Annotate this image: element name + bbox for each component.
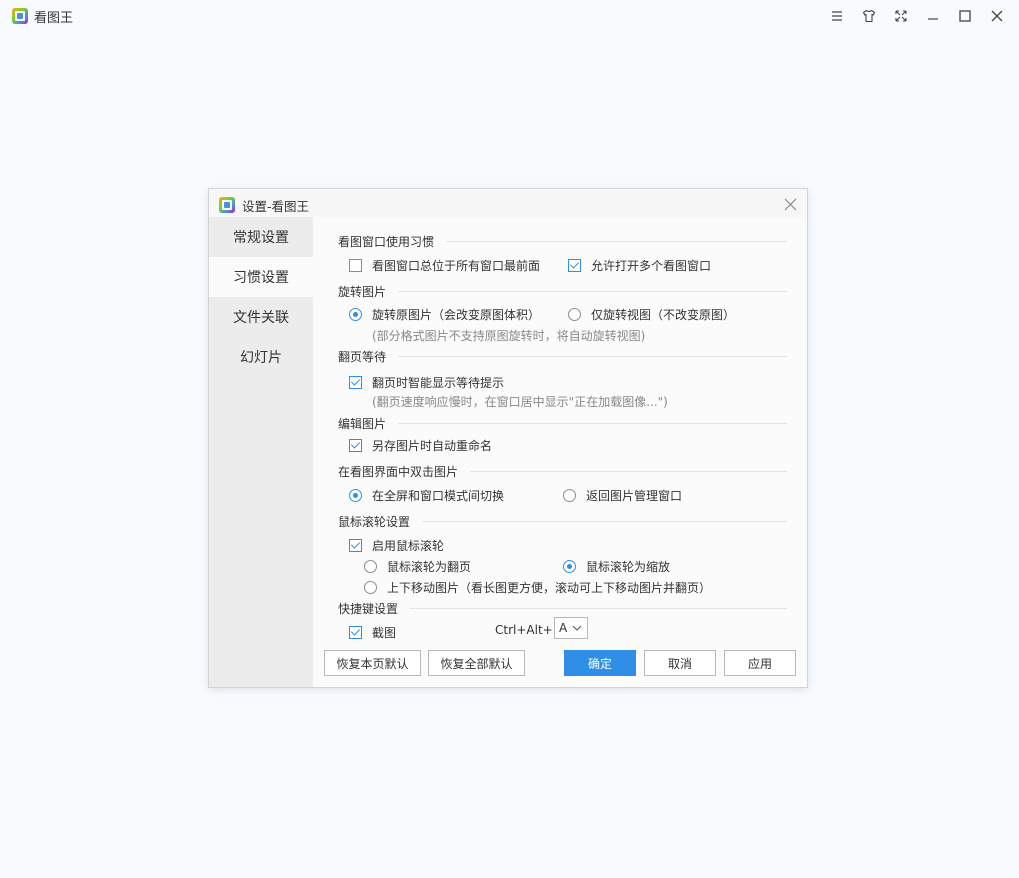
divider <box>446 240 787 242</box>
section-rotate: 旋转图片 <box>338 283 787 299</box>
section-title: 编辑图片 <box>338 416 387 431</box>
close-icon <box>991 10 1003 22</box>
dialog-title-bar: 设置-看图王 <box>219 195 309 215</box>
close-button[interactable] <box>981 0 1013 32</box>
settings-sidebar: 常规设置 习惯设置 文件关联 幻灯片 <box>209 217 313 687</box>
shortcut-combo-label: Ctrl+Alt+ <box>495 623 553 637</box>
app-title-bar: 看图王 <box>12 6 73 26</box>
rotate-view-radio[interactable] <box>568 308 581 321</box>
allow-multiple-option[interactable]: 允许打开多个看图窗口 <box>568 257 711 274</box>
option-label: 启用鼠标滚轮 <box>372 539 445 553</box>
dialog-title: 设置-看图王 <box>242 198 310 214</box>
fullscreen-button[interactable] <box>885 0 917 32</box>
auto-rename-checkbox[interactable] <box>349 439 362 452</box>
always-on-top-option[interactable]: 看图窗口总位于所有窗口最前面 <box>349 257 540 274</box>
dialog-logo-icon <box>219 197 235 213</box>
app-title: 看图王 <box>34 10 74 26</box>
wheel-move-radio[interactable] <box>364 581 377 594</box>
restore-page-default-button[interactable]: 恢复本页默认 <box>324 650 421 676</box>
option-label: 旋转原图片（会改变原图体积） <box>372 308 541 322</box>
window-controls <box>821 0 1013 32</box>
section-page-wait: 翻页等待 <box>338 348 787 364</box>
divider <box>422 520 787 522</box>
ok-button[interactable]: 确定 <box>564 650 636 676</box>
apply-button[interactable]: 应用 <box>724 650 796 676</box>
cancel-button[interactable]: 取消 <box>644 650 716 676</box>
smart-wait-option[interactable]: 翻页时智能显示等待提示 <box>349 374 504 391</box>
screenshot-shortcut-option[interactable]: 截图 <box>349 624 396 641</box>
divider <box>398 290 787 292</box>
screenshot-checkbox[interactable] <box>349 626 362 639</box>
auto-rename-option[interactable]: 另存图片时自动重命名 <box>349 437 492 454</box>
enable-wheel-option[interactable]: 启用鼠标滚轮 <box>349 537 444 554</box>
wheel-zoom-option[interactable]: 鼠标滚轮为缩放 <box>563 558 670 575</box>
sidebar-item-file-association[interactable]: 文件关联 <box>209 297 313 337</box>
option-label: 允许打开多个看图窗口 <box>591 259 712 273</box>
section-title: 旋转图片 <box>338 284 387 299</box>
restore-all-default-button[interactable]: 恢复全部默认 <box>428 650 525 676</box>
maximize-icon <box>959 10 971 22</box>
settings-content: 看图窗口使用习惯 看图窗口总位于所有窗口最前面 允许打开多个看图窗口 旋转图片 … <box>313 217 807 687</box>
chevron-down-icon <box>572 625 582 631</box>
option-label: 翻页时智能显示等待提示 <box>372 376 505 390</box>
settings-dialog: 设置-看图王 常规设置 习惯设置 文件关联 幻灯片 看图窗口使用习惯 看图窗口总… <box>208 188 808 688</box>
section-window-habit: 看图窗口使用习惯 <box>338 233 787 249</box>
sidebar-item-slideshow[interactable]: 幻灯片 <box>209 337 313 377</box>
return-manager-option[interactable]: 返回图片管理窗口 <box>563 487 682 504</box>
divider <box>410 607 787 609</box>
always-on-top-checkbox[interactable] <box>349 259 362 272</box>
section-title: 翻页等待 <box>338 349 387 364</box>
dialog-close-button[interactable] <box>781 195 799 213</box>
option-label: 仅旋转视图（不改变原图） <box>591 308 736 322</box>
enable-wheel-checkbox[interactable] <box>349 539 362 552</box>
divider <box>398 355 787 357</box>
shortcut-key-select[interactable]: A <box>554 617 588 639</box>
section-title: 看图窗口使用习惯 <box>338 234 435 249</box>
return-manager-radio[interactable] <box>563 489 576 502</box>
wheel-page-radio[interactable] <box>364 560 377 573</box>
section-shortcut: 快捷键设置 <box>338 600 787 616</box>
expand-icon <box>895 10 907 22</box>
allow-multiple-checkbox[interactable] <box>568 259 581 272</box>
section-title: 鼠标滚轮设置 <box>338 514 411 529</box>
divider <box>398 422 787 424</box>
section-edit: 编辑图片 <box>338 415 787 431</box>
rotate-hint: (部分格式图片不支持原图旋转时，将自动旋转视图) <box>372 329 646 343</box>
tshirt-icon <box>862 9 876 23</box>
section-title: 在看图界面中双击图片 <box>338 464 459 479</box>
option-label: 鼠标滚轮为缩放 <box>586 560 671 574</box>
smart-wait-checkbox[interactable] <box>349 376 362 389</box>
skin-button[interactable] <box>853 0 885 32</box>
option-label: 另存图片时自动重命名 <box>372 439 493 453</box>
rotate-original-option[interactable]: 旋转原图片（会改变原图体积） <box>349 306 540 323</box>
option-label: 截图 <box>372 626 397 640</box>
page-wait-hint: (翻页速度响应慢时，在窗口居中显示"正在加载图像...") <box>372 395 668 409</box>
toggle-fullscreen-radio[interactable] <box>349 489 362 502</box>
maximize-button[interactable] <box>949 0 981 32</box>
section-double-click: 在看图界面中双击图片 <box>338 463 787 479</box>
menu-icon <box>832 11 842 21</box>
sidebar-item-general[interactable]: 常规设置 <box>209 217 313 257</box>
minimize-icon <box>928 18 938 20</box>
section-wheel: 鼠标滚轮设置 <box>338 513 787 529</box>
shortcut-key-value: A <box>559 621 568 635</box>
option-label: 上下移动图片（看长图更方便，滚动可上下移动图片并翻页） <box>387 581 712 595</box>
wheel-page-option[interactable]: 鼠标滚轮为翻页 <box>364 558 471 575</box>
app-logo-icon <box>12 8 28 24</box>
option-label: 鼠标滚轮为翻页 <box>387 560 472 574</box>
toggle-fullscreen-option[interactable]: 在全屏和窗口模式间切换 <box>349 487 504 504</box>
divider <box>470 470 787 472</box>
option-label: 在全屏和窗口模式间切换 <box>372 489 505 503</box>
sidebar-item-habits[interactable]: 习惯设置 <box>209 257 313 297</box>
option-label: 看图窗口总位于所有窗口最前面 <box>372 259 541 273</box>
minimize-button[interactable] <box>917 0 949 32</box>
menu-button[interactable] <box>821 0 853 32</box>
section-title: 快捷键设置 <box>338 601 399 616</box>
option-label: 返回图片管理窗口 <box>586 489 683 503</box>
wheel-zoom-radio[interactable] <box>563 560 576 573</box>
rotate-view-option[interactable]: 仅旋转视图（不改变原图） <box>568 306 735 323</box>
rotate-original-radio[interactable] <box>349 308 362 321</box>
wheel-move-option[interactable]: 上下移动图片（看长图更方便，滚动可上下移动图片并翻页） <box>364 579 711 596</box>
close-icon <box>784 198 796 210</box>
